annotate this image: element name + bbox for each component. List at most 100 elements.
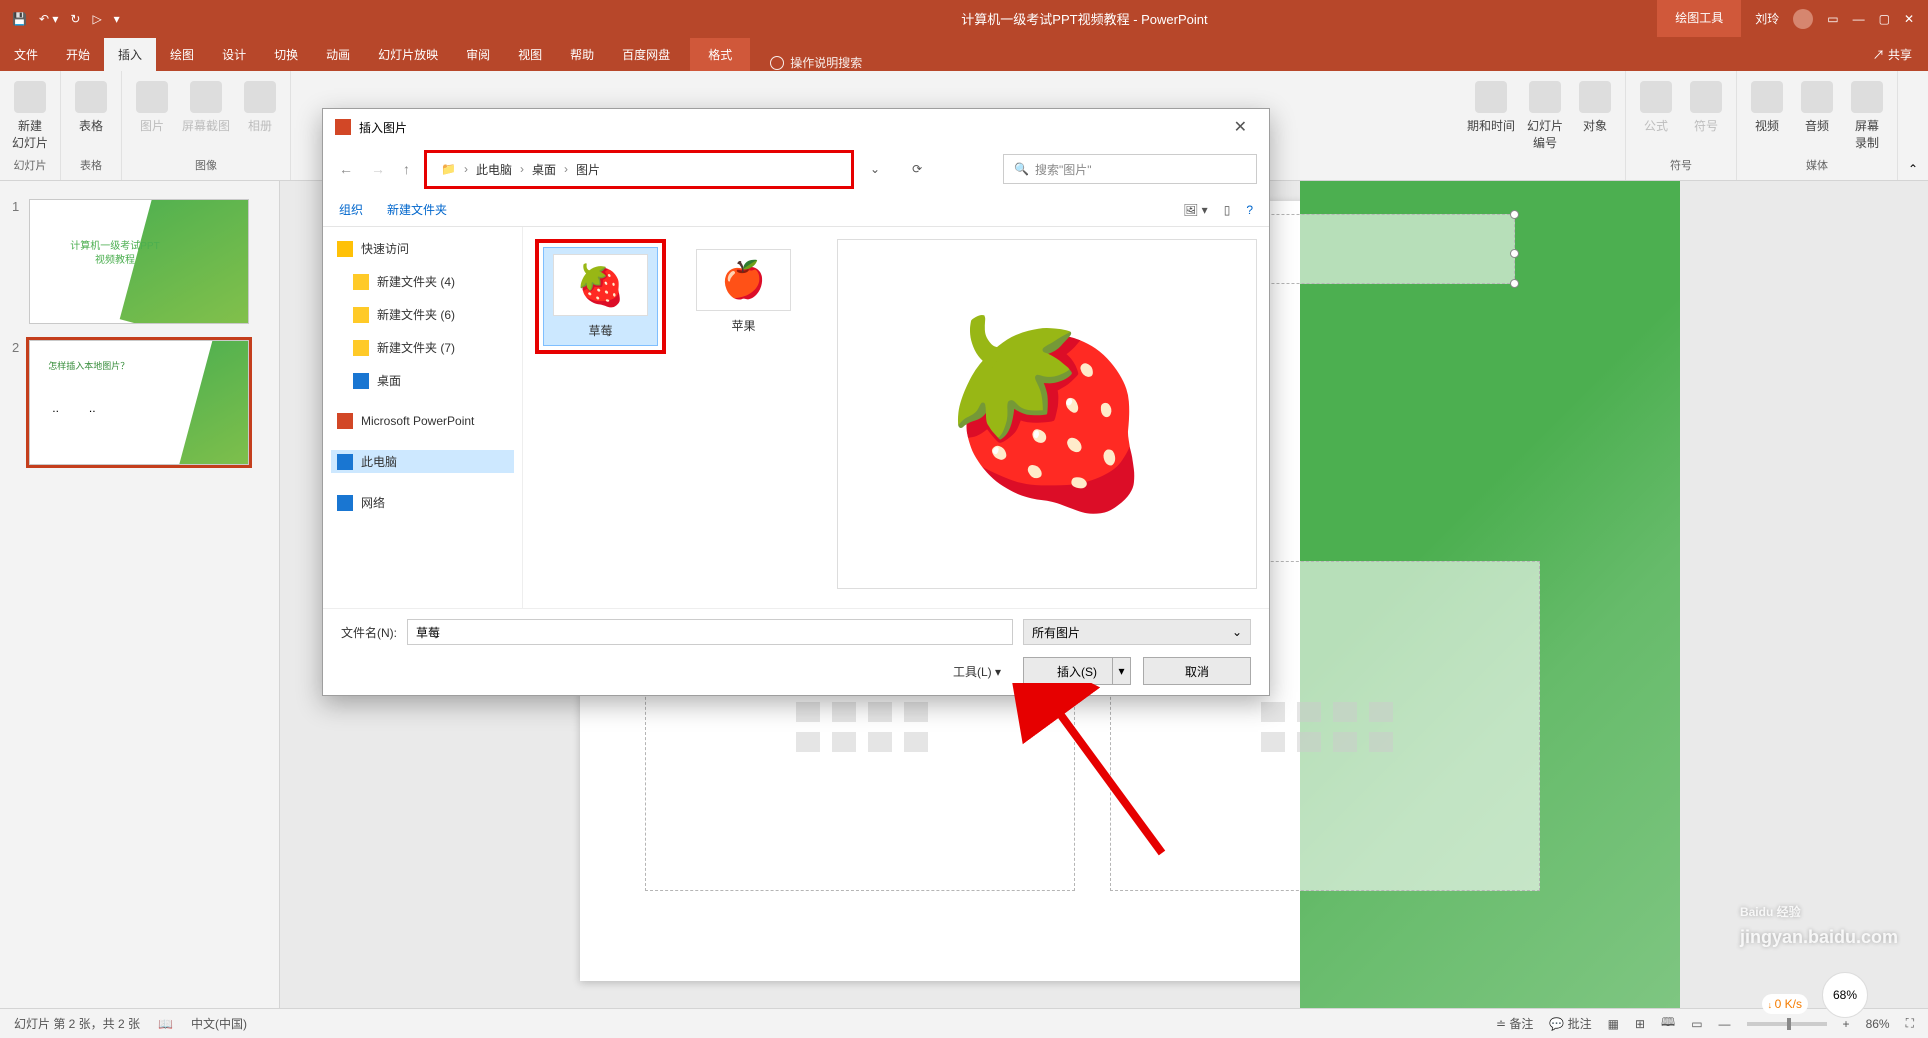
insert-dropdown-icon[interactable]: ▾ [1112, 658, 1130, 684]
new-folder-button[interactable]: 新建文件夹 [387, 201, 447, 218]
maximize-icon[interactable]: ▢ [1879, 12, 1890, 26]
tab-draw[interactable]: 绘图 [156, 38, 208, 71]
equation-button[interactable]: 公式 [1636, 81, 1676, 134]
file-item-strawberry[interactable]: 🍓 草莓 [543, 247, 658, 346]
filename-input[interactable] [407, 619, 1013, 645]
path-dropdown-icon[interactable]: ⌄ [864, 156, 886, 182]
notes-button[interactable]: ≐ 备注 [1496, 1015, 1533, 1032]
ribbon-options-icon[interactable]: ▭ [1827, 12, 1838, 26]
close-window-icon[interactable]: ✕ [1904, 12, 1914, 26]
minimize-icon[interactable]: — [1853, 12, 1865, 26]
tree-folder[interactable]: 新建文件夹 (7) [331, 336, 514, 359]
tools-dropdown[interactable]: 工具(L) ▾ [953, 663, 1001, 680]
breadcrumb-segment[interactable]: 此电脑 [476, 161, 512, 178]
cancel-button[interactable]: 取消 [1143, 657, 1251, 685]
slide-number-button[interactable]: 幻灯片 编号 [1525, 81, 1565, 151]
redo-icon[interactable]: ↻ [70, 12, 80, 26]
search-placeholder: 搜索"图片" [1035, 161, 1092, 178]
nav-back-icon[interactable]: ← [335, 157, 357, 181]
dialog-search-input[interactable]: 🔍 搜索"图片" [1003, 154, 1257, 184]
sorter-view-icon[interactable]: ⊞ [1635, 1017, 1645, 1031]
tree-quick-access[interactable]: 快速访问 [331, 237, 514, 260]
screenshot-button[interactable]: 屏幕截图 [182, 81, 230, 134]
thumbnail-number: 2 [12, 340, 19, 355]
title-bar: 💾 ↶ ▾ ↻ ▷ ▾ 计算机一级考试PPT视频教程 - PowerPoint … [0, 0, 1928, 37]
nav-up-icon[interactable]: ↑ [399, 157, 414, 181]
breadcrumb-segment[interactable]: 桌面 [532, 161, 556, 178]
tree-network[interactable]: 网络 [331, 491, 514, 514]
video-button[interactable]: 视频 [1747, 81, 1787, 134]
tab-view[interactable]: 视图 [504, 38, 556, 71]
organize-button[interactable]: 组织 [339, 201, 363, 218]
fit-window-icon[interactable]: ⛶ [1906, 1016, 1914, 1031]
chevron-down-icon: ⌄ [1232, 625, 1242, 639]
normal-view-icon[interactable]: ▦ [1608, 1017, 1619, 1031]
file-grid: 🍓 草莓 🍎 苹果 [535, 239, 801, 596]
contextual-tab-label: 绘图工具 [1657, 0, 1741, 37]
datetime-button[interactable]: 期和时间 [1467, 81, 1515, 134]
slide-thumbnail-2[interactable]: 怎样插入本地图片？ .... [29, 340, 249, 465]
tab-home[interactable]: 开始 [52, 38, 104, 71]
quickaccess-more-icon[interactable]: ▾ [114, 12, 120, 26]
tab-review[interactable]: 审阅 [452, 38, 504, 71]
tree-desktop[interactable]: 桌面 [331, 369, 514, 392]
search-icon: 🔍 [1014, 162, 1029, 176]
picture-button[interactable]: 图片 [132, 81, 172, 134]
start-slideshow-icon[interactable]: ▷ [92, 12, 101, 26]
tab-design[interactable]: 设计 [208, 38, 260, 71]
share-button[interactable]: ↗ 共享 [1857, 38, 1928, 71]
tab-file[interactable]: 文件 [0, 38, 52, 71]
dialog-close-icon[interactable]: ✕ [1224, 111, 1257, 143]
comments-button[interactable]: 💬 批注 [1549, 1015, 1591, 1032]
tree-this-pc[interactable]: 此电脑 [331, 450, 514, 473]
reading-view-icon[interactable]: 🕮 [1661, 1013, 1675, 1034]
tab-slideshow[interactable]: 幻灯片放映 [364, 38, 452, 71]
spellcheck-icon[interactable]: 📖 [158, 1017, 173, 1031]
tab-transitions[interactable]: 切换 [260, 38, 312, 71]
filename-label: 文件名(N): [341, 624, 397, 641]
help-icon[interactable]: ? [1246, 203, 1253, 217]
zoom-in-icon[interactable]: + [1843, 1017, 1850, 1031]
file-item-apple[interactable]: 🍎 苹果 [686, 243, 801, 354]
zoom-level[interactable]: 86% [1866, 1017, 1890, 1031]
collapse-ribbon-icon[interactable]: ⌃ [1908, 162, 1918, 176]
file-type-filter[interactable]: 所有图片⌄ [1023, 619, 1251, 645]
preview-pane-icon[interactable]: ▯ [1224, 203, 1231, 217]
table-button[interactable]: 表格 [71, 81, 111, 134]
album-button[interactable]: 相册 [240, 81, 280, 134]
tree-folder[interactable]: 新建文件夹 (6) [331, 303, 514, 326]
folder-tree: 快速访问 新建文件夹 (4) 新建文件夹 (6) 新建文件夹 (7) 桌面 Mi… [323, 227, 523, 608]
undo-icon[interactable]: ↶ ▾ [39, 12, 58, 26]
screen-recording-button[interactable]: 屏幕 录制 [1847, 81, 1887, 151]
new-slide-button[interactable]: 新建 幻灯片 [10, 81, 50, 151]
group-label-symbols: 符号 [1670, 157, 1692, 176]
user-name: 刘玲 [1755, 10, 1779, 27]
zoom-out-icon[interactable]: — [1719, 1017, 1731, 1031]
object-button[interactable]: 对象 [1575, 81, 1615, 134]
save-icon[interactable]: 💾 [12, 12, 27, 26]
breadcrumb-path-annotated[interactable]: 📁 › 此电脑 › 桌面 › 图片 [424, 150, 854, 189]
language-indicator[interactable]: 中文(中国) [191, 1015, 247, 1032]
slideshow-view-icon[interactable]: ▭ [1691, 1017, 1702, 1031]
tab-format[interactable]: 格式 [690, 38, 750, 71]
tree-powerpoint[interactable]: Microsoft PowerPoint [331, 410, 514, 432]
folder-icon: 📁 [441, 162, 456, 176]
view-mode-icon[interactable]: 🖼 ▾ [1183, 203, 1208, 217]
user-avatar-icon[interactable] [1793, 9, 1813, 29]
tell-me-search[interactable]: 操作说明搜索 [770, 54, 862, 71]
audio-button[interactable]: 音频 [1797, 81, 1837, 134]
slide-thumbnail-1[interactable]: 计算机一级考试PPT 视频教程 [29, 199, 249, 324]
breadcrumb-segment[interactable]: 图片 [576, 161, 600, 178]
nav-forward-icon[interactable]: → [367, 157, 389, 181]
tab-baidu[interactable]: 百度网盘 [608, 38, 684, 71]
tree-folder[interactable]: 新建文件夹 (4) [331, 270, 514, 293]
zoom-slider[interactable] [1747, 1022, 1827, 1026]
percent-badge: 68% [1822, 972, 1868, 1018]
insert-button[interactable]: 插入(S) ▾ [1023, 657, 1131, 685]
symbol-button[interactable]: 符号 [1686, 81, 1726, 134]
group-label-media: 媒体 [1806, 157, 1828, 176]
tab-animations[interactable]: 动画 [312, 38, 364, 71]
refresh-icon[interactable]: ⟳ [906, 156, 928, 182]
tab-insert[interactable]: 插入 [104, 38, 156, 71]
tab-help[interactable]: 帮助 [556, 38, 608, 71]
